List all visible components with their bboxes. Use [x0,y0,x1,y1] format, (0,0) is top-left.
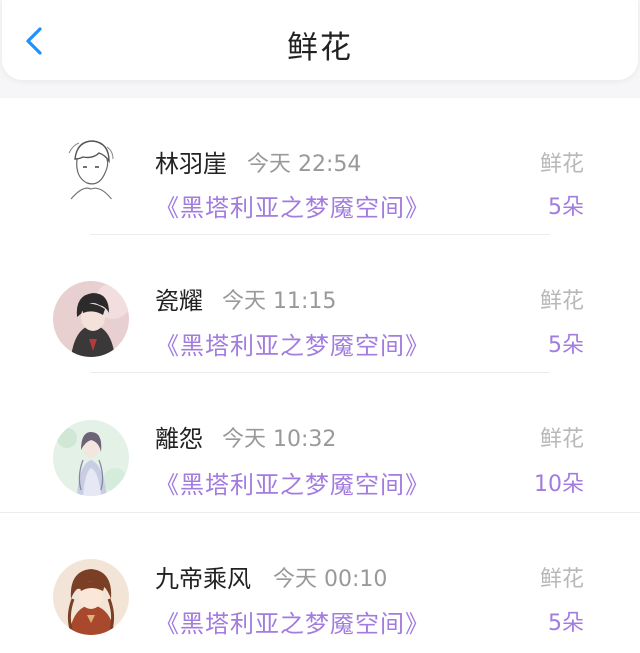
divider [90,372,550,373]
timestamp: 今天 00:10 [273,567,388,592]
user-name: 瓷耀 [155,287,203,315]
avatar[interactable] [53,129,129,205]
divider [0,512,640,513]
gift-type-label: 鲜花 [539,567,584,592]
gift-type-label: 鲜花 [539,152,584,177]
gift-type-label: 鲜花 [539,427,584,452]
avatar[interactable] [53,420,129,496]
flower-count: 10朵 [534,472,584,497]
book-title-link[interactable]: 《黑塔利亚之梦魇空间》 [155,604,430,639]
book-title-link[interactable]: 《黑塔利亚之梦魇空间》 [155,465,430,500]
book-title-link[interactable]: 《黑塔利亚之梦魇空间》 [155,188,430,223]
timestamp: 今天 11:15 [222,289,337,314]
list-item[interactable]: 離怨 今天 10:32 《黑塔利亚之梦魇空间》 鲜花 10朵 [0,374,640,513]
page-title: 鲜花 [287,30,353,66]
user-name: 林羽崖 [155,150,227,178]
book-title-link[interactable]: 《黑塔利亚之梦魇空间》 [155,326,430,361]
gift-type-label: 鲜花 [539,289,584,314]
avatar[interactable] [53,559,129,635]
list-item[interactable]: 林羽崖 今天 22:54 《黑塔利亚之梦魇空间》 鲜花 5朵 [0,98,640,236]
list-item[interactable]: 瓷耀 今天 11:15 《黑塔利亚之梦魇空间》 鲜花 5朵 [0,236,640,374]
divider [90,234,550,235]
flower-count: 5朵 [548,333,584,358]
timestamp: 今天 10:32 [222,427,337,452]
top-bar: 鲜花 [2,0,638,80]
timestamp: 今天 22:54 [247,152,362,177]
list-item[interactable]: 九帝乘风 今天 00:10 《黑塔利亚之梦魇空间》 鲜花 5朵 [0,514,640,652]
user-name: 九帝乘风 [155,565,251,593]
flower-count: 5朵 [548,611,584,636]
user-name: 離怨 [155,425,203,453]
flower-record-list: 林羽崖 今天 22:54 《黑塔利亚之梦魇空间》 鲜花 5朵 瓷耀 今天 11:… [0,98,640,653]
flower-count: 5朵 [548,195,584,220]
avatar[interactable] [53,281,129,357]
